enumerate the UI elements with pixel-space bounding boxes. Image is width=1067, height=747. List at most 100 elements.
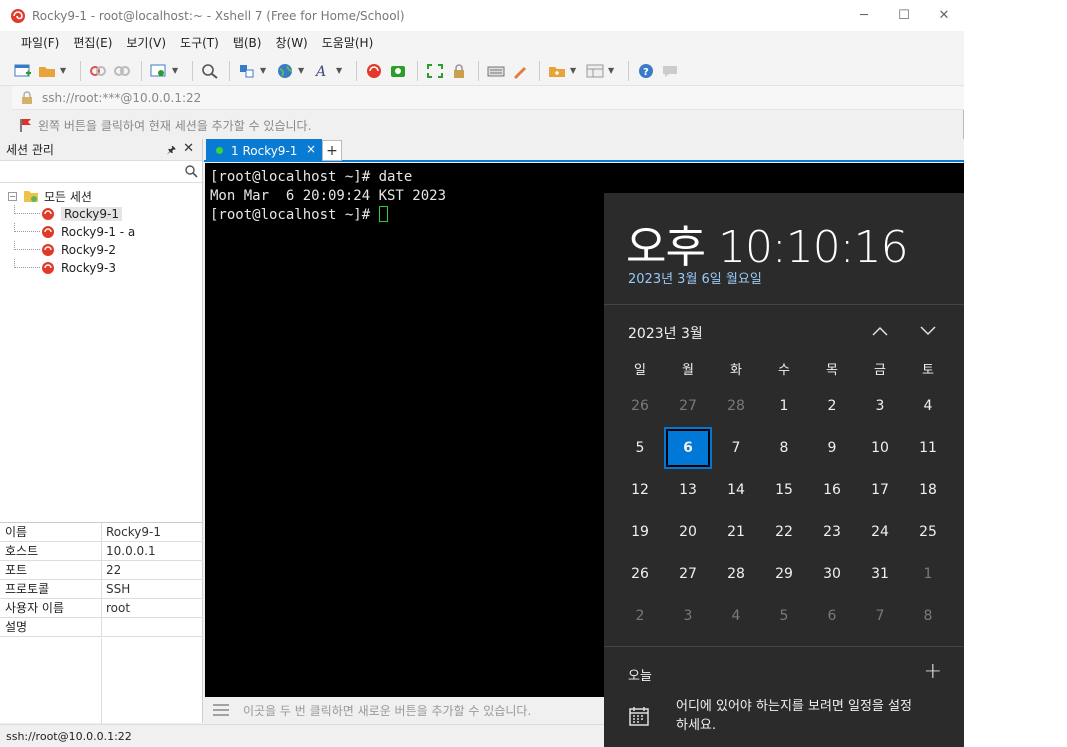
pin-icon[interactable]: 🖈 — [167, 143, 176, 160]
calendar-day[interactable]: 5 — [760, 595, 808, 637]
calendar-day[interactable]: 3 — [856, 385, 904, 427]
session-settings-icon[interactable] — [148, 60, 170, 82]
calendar-day[interactable]: 12 — [616, 469, 664, 511]
calendar-day[interactable]: 8 — [904, 595, 952, 637]
find-icon[interactable] — [199, 60, 221, 82]
tree-session-rocky9-1[interactable]: Rocky9-1 — [0, 205, 202, 223]
property-row: 프로토콜 SSH — [0, 580, 203, 599]
calendar-day[interactable]: 31 — [856, 553, 904, 595]
new-session-icon[interactable] — [12, 60, 34, 82]
calendar-day[interactable]: 19 — [616, 511, 664, 553]
connect-icon[interactable] — [87, 60, 109, 82]
calendar-day[interactable]: 15 — [760, 469, 808, 511]
calendar-day[interactable]: 6 — [808, 595, 856, 637]
calendar-day[interactable]: 8 — [760, 427, 808, 469]
keyboard-icon[interactable] — [485, 60, 507, 82]
calendar-day[interactable]: 11 — [904, 427, 952, 469]
tab-close-icon[interactable]: × — [306, 142, 316, 156]
calendar-day[interactable]: 28 — [712, 385, 760, 427]
previous-month-icon[interactable] — [868, 321, 892, 341]
calendar-day[interactable]: 7 — [712, 427, 760, 469]
calendar-day[interactable]: 22 — [760, 511, 808, 553]
address-bar[interactable]: ssh://root:***@10.0.0.1:22 — [12, 86, 964, 110]
transfer-icon[interactable] — [236, 60, 258, 82]
minimize-button[interactable]: ─ — [844, 0, 884, 31]
menu-help[interactable]: 도움말(H) — [315, 31, 381, 56]
calendar-day[interactable]: 17 — [856, 469, 904, 511]
bookmark-flag-icon[interactable] — [20, 118, 32, 132]
calendar-day[interactable]: 23 — [808, 511, 856, 553]
close-panel-icon[interactable]: ✕ — [183, 141, 194, 156]
maximize-button[interactable]: ☐ — [884, 0, 924, 31]
calendar-day[interactable]: 28 — [712, 553, 760, 595]
layout-dropdown-icon[interactable]: ▼ — [608, 66, 616, 75]
help-icon[interactable]: ? — [635, 60, 657, 82]
next-month-icon[interactable] — [916, 321, 940, 341]
calendar-day[interactable]: 1 — [760, 385, 808, 427]
calendar-month-label[interactable]: 2023년 3월 — [628, 323, 703, 343]
calendar-day[interactable]: 4 — [904, 385, 952, 427]
calendar-day[interactable]: 13 — [664, 469, 712, 511]
font-dropdown-icon[interactable]: ▼ — [336, 66, 344, 75]
disconnect-icon[interactable] — [111, 60, 133, 82]
session-search-input[interactable] — [0, 161, 202, 183]
calendar-day[interactable]: 24 — [856, 511, 904, 553]
settings-dropdown-icon[interactable]: ▼ — [172, 66, 180, 75]
calendar-day[interactable]: 20 — [664, 511, 712, 553]
tree-session-rocky9-2[interactable]: Rocky9-2 — [0, 241, 202, 259]
close-window-button[interactable]: ✕ — [924, 0, 964, 31]
calendar-day[interactable]: 2 — [616, 595, 664, 637]
calendar-day[interactable]: 27 — [664, 385, 712, 427]
add-dropdown-icon[interactable]: ▼ — [570, 66, 578, 75]
calendar-day[interactable]: 30 — [808, 553, 856, 595]
calendar-day[interactable]: 27 — [664, 553, 712, 595]
layout-icon[interactable] — [584, 60, 606, 82]
menu-view[interactable]: 보기(V) — [119, 31, 173, 56]
add-button-icon[interactable] — [546, 60, 568, 82]
calendar-day[interactable]: 4 — [712, 595, 760, 637]
calendar-day[interactable]: 14 — [712, 469, 760, 511]
calendar-day[interactable]: 7 — [856, 595, 904, 637]
chat-icon[interactable] — [659, 60, 681, 82]
menu-window[interactable]: 창(W) — [268, 31, 314, 56]
tree-root-all-sessions[interactable]: − 모든 세션 — [0, 187, 202, 205]
xshell-icon[interactable] — [363, 60, 385, 82]
add-event-button[interactable]: + — [924, 659, 942, 684]
open-dropdown-icon[interactable]: ▼ — [60, 66, 68, 75]
calendar-day[interactable]: 18 — [904, 469, 952, 511]
transfer-dropdown-icon[interactable]: ▼ — [260, 66, 268, 75]
xftp-icon[interactable] — [387, 60, 409, 82]
calendar-day-today[interactable]: 6 — [664, 427, 712, 469]
collapse-icon[interactable]: − — [8, 191, 17, 201]
calendar-day[interactable]: 26 — [616, 385, 664, 427]
menu-file[interactable]: 파일(F) — [14, 31, 66, 56]
globe-icon[interactable] — [274, 60, 296, 82]
calendar-day[interactable]: 16 — [808, 469, 856, 511]
tree-session-rocky9-1-a[interactable]: Rocky9-1 - a — [0, 223, 202, 241]
calendar-day[interactable]: 5 — [616, 427, 664, 469]
calendar-day[interactable]: 26 — [616, 553, 664, 595]
open-folder-icon[interactable] — [36, 60, 58, 82]
clock-full-date[interactable]: 2023년 3월 6일 월요일 — [628, 268, 762, 287]
search-icon[interactable] — [184, 164, 198, 178]
calendar-day[interactable]: 2 — [808, 385, 856, 427]
calendar-day[interactable]: 10 — [856, 427, 904, 469]
calendar-day[interactable]: 25 — [904, 511, 952, 553]
calendar-day[interactable]: 9 — [808, 427, 856, 469]
fullscreen-icon[interactable] — [424, 60, 446, 82]
hamburger-menu-icon[interactable] — [213, 704, 229, 716]
calendar-day[interactable]: 3 — [664, 595, 712, 637]
menu-edit[interactable]: 편집(E) — [66, 31, 119, 56]
tree-session-rocky9-3[interactable]: Rocky9-3 — [0, 259, 202, 277]
menu-tools[interactable]: 도구(T) — [173, 31, 226, 56]
highlight-icon[interactable] — [509, 60, 531, 82]
lock-icon[interactable] — [448, 60, 470, 82]
calendar-day[interactable]: 29 — [760, 553, 808, 595]
globe-dropdown-icon[interactable]: ▼ — [298, 66, 306, 75]
menu-tab[interactable]: 탭(B) — [226, 31, 269, 56]
new-tab-button[interactable]: + — [322, 140, 342, 161]
font-icon[interactable]: A — [312, 60, 334, 82]
tab-rocky9-1[interactable]: 1 Rocky9-1 × — [206, 139, 322, 162]
calendar-day[interactable]: 1 — [904, 553, 952, 595]
calendar-day[interactable]: 21 — [712, 511, 760, 553]
